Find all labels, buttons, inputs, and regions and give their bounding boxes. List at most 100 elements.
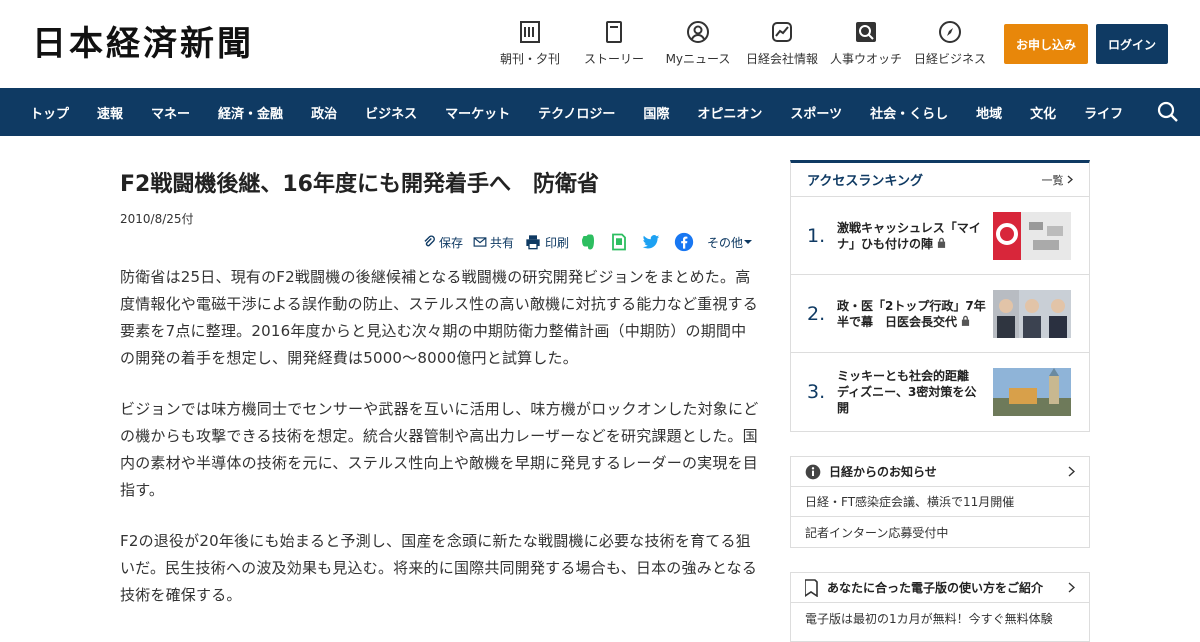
category-item-business[interactable]: ビジネス: [351, 103, 431, 122]
printer-icon: [526, 235, 540, 250]
share-button[interactable]: 共有: [473, 234, 514, 251]
ranking-item[interactable]: 2. 政・医「2トップ行政」7年半で幕 日医会長交代: [791, 275, 1089, 353]
ranking-item[interactable]: 3. ミッキーとも社会的距離 ディズニー、3密対策を公開: [791, 353, 1089, 431]
nav-personnel-watch[interactable]: 人事ウオッチ: [824, 20, 908, 67]
nav-story[interactable]: ストーリー: [572, 20, 656, 67]
category-nav: トップ 速報 マネー 経済・金融 政治 ビジネス マーケット テクノロジー 国際…: [0, 88, 1200, 136]
clip-button[interactable]: [610, 232, 631, 252]
digital-guide-box: あなたに合った電子版の使い方をご紹介 電子版は最初の1カ月が無料！今すぐ無料体験: [790, 572, 1090, 642]
book-icon: [606, 21, 622, 43]
chart-icon: [772, 22, 792, 42]
info-icon: [805, 464, 821, 479]
nav-label: 人事ウオッチ: [829, 52, 902, 66]
lock-icon: [962, 315, 970, 326]
category-list: トップ 速報 マネー 経済・金融 政治 ビジネス マーケット テクノロジー 国際…: [0, 88, 1200, 136]
ranking-headline: 激戦キャッシュレス「マイナ」ひも付けの陣: [837, 220, 987, 252]
nav-label: 朝刊・夕刊: [499, 52, 560, 66]
ranking-more-link[interactable]: 一覧: [1042, 172, 1074, 188]
save-label: 保存: [438, 235, 463, 250]
notice-item[interactable]: 記者インターン応募受付中: [791, 517, 1089, 547]
ranking-thumbnail: [993, 368, 1071, 416]
notice-item[interactable]: 日経・FT感染症会議、横浜で11月開催: [791, 487, 1089, 517]
article-body: 防衛省は25日、現有のF2戦闘機の後継候補となる戦闘機の研究開発ビジョンをまとめ…: [120, 264, 760, 633]
more-label: その他: [706, 235, 743, 250]
article-paragraph: 防衛省は25日、現有のF2戦闘機の後継候補となる戦闘機の研究開発ビジョンをまとめ…: [120, 268, 758, 367]
guide-item[interactable]: 電子版は最初の1カ月が無料！今すぐ無料体験: [791, 603, 1089, 633]
site-header: 日本経済新聞 朝刊・夕刊 ストーリー Myニュース 日経会社情報 人事ウオッチ …: [0, 0, 1200, 88]
ranking-headline-text: 激戦キャッシュレス「マイナ」ひも付けの陣: [837, 220, 981, 251]
category-item-life[interactable]: ライフ: [1070, 103, 1137, 122]
evernote-icon: [581, 234, 594, 250]
paperclip-icon: [424, 235, 435, 247]
nav-my-news[interactable]: Myニュース: [656, 20, 740, 67]
facebook-icon: [674, 232, 694, 252]
compass-icon: [939, 21, 961, 43]
twitter-button[interactable]: [641, 233, 664, 251]
guide-title: あなたに合った電子版の使い方をご紹介: [827, 581, 1044, 595]
newspaper-icon: [520, 21, 540, 43]
category-item-economy[interactable]: 経済・金融: [204, 103, 297, 122]
article-date: 2010/8/25付: [120, 212, 194, 226]
category-item-international[interactable]: 国際: [629, 103, 683, 122]
ranking-header: アクセスランキング 一覧: [791, 163, 1089, 197]
access-ranking: アクセスランキング 一覧 1. 激戦キャッシュレス「マイナ」ひも付けの陣 2. …: [790, 160, 1090, 432]
print-button[interactable]: 印刷: [524, 234, 569, 251]
nikkei-notice-box: 日経からのお知らせ 日経・FT感染症会議、横浜で11月開催 記者インターン応募受…: [790, 456, 1090, 548]
ranking-number: 3.: [807, 381, 826, 403]
nav-company-info[interactable]: 日経会社情報: [740, 20, 824, 67]
site-logo[interactable]: 日本経済新聞: [32, 24, 254, 64]
ranking-more-label: 一覧: [1041, 173, 1064, 187]
header-nav: 朝刊・夕刊 ストーリー Myニュース 日経会社情報 人事ウオッチ 日経ビジネス: [488, 20, 992, 67]
lock-icon: [938, 237, 946, 248]
more-options-button[interactable]: その他: [707, 234, 756, 251]
notice-header[interactable]: 日経からのお知らせ: [791, 457, 1089, 487]
print-label: 印刷: [544, 235, 569, 250]
ranking-number: 1.: [807, 224, 826, 247]
article: F2戦闘機後継、16年度にも開発着手へ 防衛省 2010/8/25付 保存 共有…: [120, 160, 760, 604]
category-item-opinion[interactable]: オピニオン: [683, 103, 776, 122]
category-item-sports[interactable]: スポーツ: [776, 103, 856, 122]
ranking-thumbnail: [993, 289, 1071, 338]
ranking-thumbnail: [993, 211, 1071, 260]
category-item-technology[interactable]: テクノロジー: [524, 103, 629, 122]
user-icon: [687, 21, 709, 43]
login-button[interactable]: ログイン: [1096, 24, 1168, 64]
subscribe-button[interactable]: お申し込み: [1004, 24, 1088, 64]
nav-paper-edition[interactable]: 朝刊・夕刊: [488, 20, 572, 67]
evernote-button[interactable]: [579, 233, 600, 251]
chevron-right-icon: [1068, 582, 1075, 593]
nav-nikkei-business[interactable]: 日経ビジネス: [908, 20, 992, 67]
guide-header[interactable]: あなたに合った電子版の使い方をご紹介: [791, 573, 1089, 603]
article-tools: 保存 共有 印刷 その他: [412, 232, 756, 252]
ranking-item[interactable]: 1. 激戦キャッシュレス「マイナ」ひも付けの陣: [791, 197, 1089, 275]
share-label: 共有: [489, 235, 514, 250]
ranking-number: 2.: [807, 302, 826, 325]
search-icon[interactable]: [1156, 100, 1180, 124]
category-item-market[interactable]: マーケット: [431, 103, 524, 122]
article-paragraph: F2の退役が20年後にも始まると予測し、国産を念頭に新たな戦闘機に必要な技術を育…: [120, 532, 758, 604]
category-item-money[interactable]: マネー: [137, 103, 204, 122]
nav-label: 日経会社情報: [745, 52, 818, 66]
mail-icon: [473, 237, 487, 247]
category-item-region[interactable]: 地域: [962, 103, 1016, 122]
ranking-headline: ミッキーとも社会的距離 ディズニー、3密対策を公開: [837, 369, 982, 415]
category-item-society[interactable]: 社会・くらし: [856, 103, 962, 122]
twitter-icon: [642, 235, 660, 249]
category-item-politics[interactable]: 政治: [297, 103, 351, 122]
category-item-culture[interactable]: 文化: [1016, 103, 1070, 122]
category-item-top[interactable]: トップ: [16, 103, 83, 122]
nav-label: ストーリー: [583, 52, 644, 66]
chevron-right-icon: [1068, 466, 1075, 477]
article-title: F2戦闘機後継、16年度にも開発着手へ 防衛省: [120, 172, 599, 197]
notice-title: 日経からのお知らせ: [829, 465, 937, 479]
ranking-title: アクセスランキング: [807, 174, 923, 189]
bookmark-icon: [612, 233, 626, 251]
search-person-icon: [856, 22, 876, 42]
nav-label: 日経ビジネス: [913, 52, 986, 66]
nav-label: Myニュース: [665, 52, 731, 66]
ranking-headline: 政・医「2トップ行政」7年半で幕 日医会長交代: [837, 298, 987, 330]
chevron-right-icon: [1067, 175, 1073, 183]
save-button[interactable]: 保存: [422, 234, 463, 251]
category-item-breaking[interactable]: 速報: [83, 103, 137, 122]
facebook-button[interactable]: [674, 232, 697, 252]
